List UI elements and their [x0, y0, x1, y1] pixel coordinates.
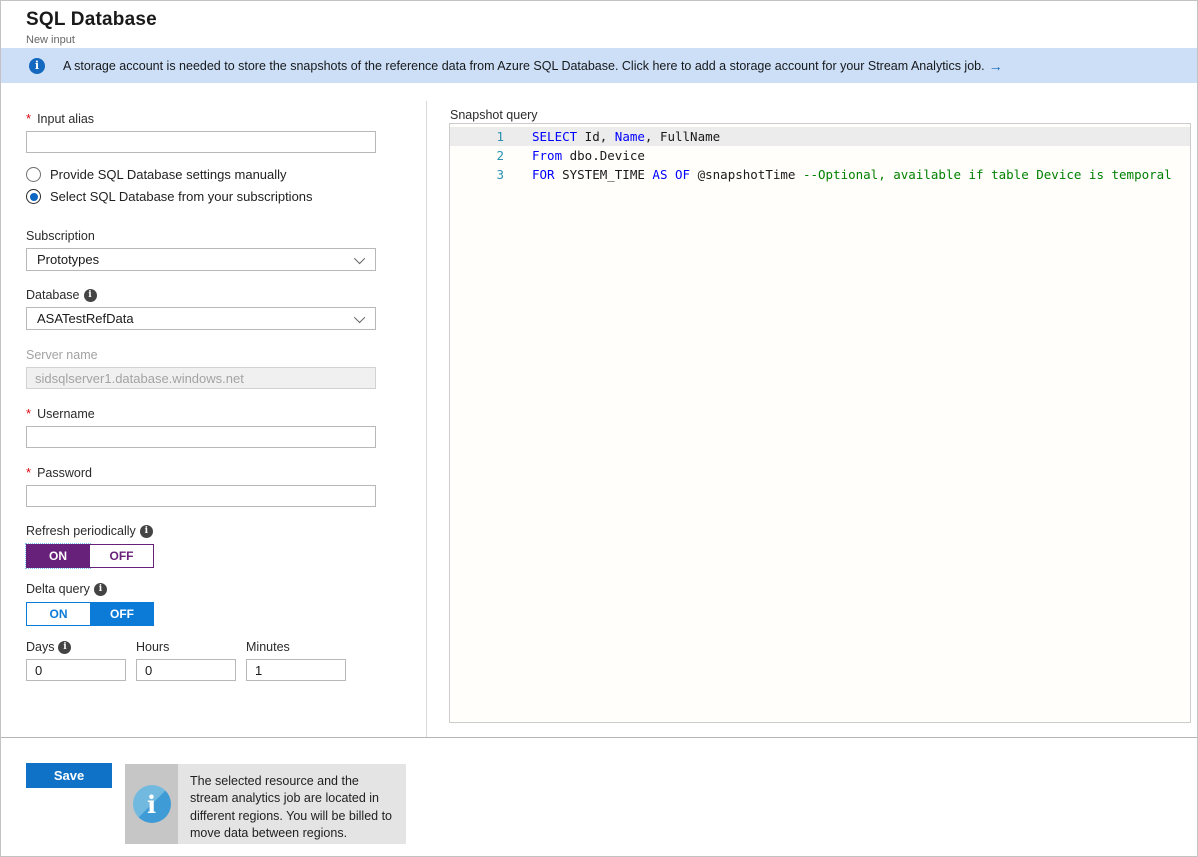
info-icon[interactable]: i: [140, 525, 153, 538]
toggle-on-button[interactable]: ON: [26, 544, 90, 568]
settings-form: * Input alias Provide SQL Database settin…: [1, 101, 426, 738]
code-text: FOR SYSTEM_TIME AS OF @snapshotTime --Op…: [532, 165, 1172, 184]
days-label: Days i: [26, 640, 126, 654]
input-alias-label-text: Input alias: [37, 112, 94, 126]
database-label-text: Database: [26, 288, 80, 302]
password-label-text: Password: [37, 466, 92, 480]
delta-query-toggle: ON OFF: [26, 602, 376, 626]
line-number: 1: [450, 127, 510, 146]
footer-bar: Save i The selected resource and the str…: [1, 737, 1197, 856]
info-icon[interactable]: i: [84, 289, 97, 302]
arrow-right-icon[interactable]: →: [989, 58, 1003, 74]
code-text: From dbo.Device: [532, 146, 645, 165]
blade-header: SQL Database New input: [26, 9, 157, 46]
storage-account-banner[interactable]: i A storage account is needed to store t…: [1, 48, 1197, 83]
source-mode-radios: Provide SQL Database settings manually S…: [26, 167, 376, 211]
info-icon[interactable]: i: [58, 641, 71, 654]
line-number: 2: [450, 146, 510, 165]
required-marker: *: [26, 406, 31, 421]
server-name-field: Server name: [26, 348, 376, 389]
input-alias-field: * Input alias: [26, 111, 376, 153]
info-icon[interactable]: i: [94, 583, 107, 596]
line-number: 3: [450, 165, 510, 184]
toggle-off-button[interactable]: OFF: [90, 602, 154, 626]
code-text: SELECT Id, Name, FullName: [532, 127, 720, 146]
info-icon: i: [133, 785, 171, 823]
days-label-text: Days: [26, 640, 54, 654]
hours-label: Hours: [136, 640, 236, 654]
delta-query-label: Delta query i: [26, 582, 376, 596]
subscription-value: Prototypes: [37, 252, 99, 267]
banner-message[interactable]: A storage account is needed to store the…: [63, 59, 985, 73]
code-line[interactable]: 1 SELECT Id, Name, FullName: [450, 127, 1190, 146]
code-line[interactable]: 2 From dbo.Device: [450, 146, 1190, 165]
refresh-periodically-label: Refresh periodically i: [26, 524, 376, 538]
refresh-periodically-field: Refresh periodically i ON OFF: [26, 524, 376, 568]
refresh-label-text: Refresh periodically: [26, 524, 136, 538]
days-input[interactable]: [26, 659, 126, 681]
minutes-input[interactable]: [246, 659, 346, 681]
snapshot-query-editor[interactable]: 1 SELECT Id, Name, FullName 2 From dbo.Devi…: [449, 123, 1191, 723]
username-field: * Username: [26, 406, 376, 448]
snapshot-query-label: Snapshot query: [450, 108, 538, 122]
username-input[interactable]: [26, 426, 376, 448]
notice-text: The selected resource and the stream ana…: [178, 764, 406, 844]
input-alias-input[interactable]: [26, 131, 376, 153]
radio-select-from-subscriptions-label: Select SQL Database from your subscripti…: [50, 189, 313, 204]
server-name-input: [26, 367, 376, 389]
password-input[interactable]: [26, 485, 376, 507]
sql-database-blade: SQL Database New input i A storage accou…: [0, 0, 1198, 857]
region-billing-notice: i The selected resource and the stream a…: [125, 764, 406, 844]
refresh-periodically-toggle: ON OFF: [26, 544, 376, 568]
subscription-dropdown[interactable]: Prototypes: [26, 248, 376, 271]
database-dropdown[interactable]: ASATestRefData: [26, 307, 376, 330]
required-marker: *: [26, 111, 31, 126]
notice-icon-cell: i: [125, 764, 178, 844]
code-line[interactable]: 3 FOR SYSTEM_TIME AS OF @snapshotTime --O…: [450, 165, 1190, 184]
password-field: * Password: [26, 465, 376, 507]
delta-label-text: Delta query: [26, 582, 90, 596]
hours-input[interactable]: [136, 659, 236, 681]
password-label: * Password: [26, 465, 376, 480]
database-field: Database i ASATestRefData: [26, 288, 376, 330]
info-icon: i: [29, 58, 45, 74]
toggle-on-button[interactable]: ON: [26, 602, 90, 626]
username-label-text: Username: [37, 407, 95, 421]
page-title: SQL Database: [26, 9, 157, 31]
subscription-label: Subscription: [26, 229, 376, 243]
username-label: * Username: [26, 406, 376, 421]
radio-provide-manually-label: Provide SQL Database settings manually: [50, 167, 287, 182]
delta-query-field: Delta query i ON OFF: [26, 582, 376, 626]
radio-provide-manually[interactable]: Provide SQL Database settings manually: [26, 167, 376, 182]
required-marker: *: [26, 465, 31, 480]
page-subtitle: New input: [26, 34, 157, 46]
subscription-field: Subscription Prototypes: [26, 229, 376, 271]
database-value: ASATestRefData: [37, 311, 134, 326]
hours-field: Hours: [136, 640, 236, 681]
days-field: Days i: [26, 640, 126, 681]
minutes-label: Minutes: [246, 640, 346, 654]
server-name-label: Server name: [26, 348, 376, 362]
toggle-off-button[interactable]: OFF: [90, 544, 154, 568]
column-divider: [426, 101, 427, 738]
chevron-down-icon: [354, 252, 365, 263]
database-label: Database i: [26, 288, 376, 302]
radio-select-from-subscriptions[interactable]: Select SQL Database from your subscripti…: [26, 189, 376, 204]
radio-selected-icon[interactable]: [26, 189, 41, 204]
minutes-field: Minutes: [246, 640, 346, 681]
save-button[interactable]: Save: [26, 763, 112, 788]
radio-unselected-icon[interactable]: [26, 167, 41, 182]
input-alias-label: * Input alias: [26, 111, 376, 126]
chevron-down-icon: [354, 311, 365, 322]
